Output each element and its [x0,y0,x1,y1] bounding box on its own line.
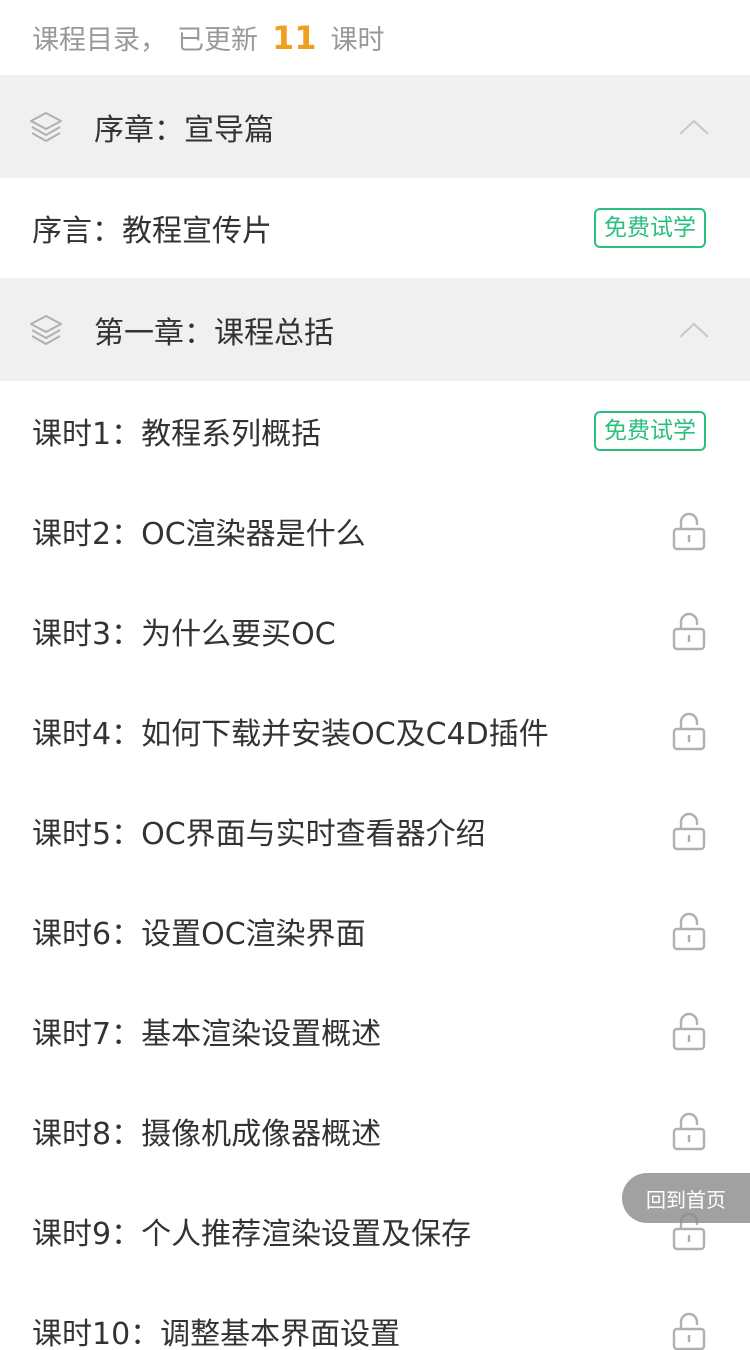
course-catalog-page: 课程目录， 已更新 11 课时 序章：宣导篇 序言：教程宣传片 免费试学 第一章… [0,0,750,1350]
lock-icon [672,812,706,851]
lesson-title: 课时10：调整基本界面设置 [32,1317,401,1350]
free-trial-badge[interactable]: 免费试学 [594,208,706,248]
chapter-header-0[interactable]: 序章：宣导篇 [0,75,750,178]
lesson-item-2[interactable]: 课时2：OC渲染器是什么 [0,481,750,581]
lesson-title: 课时2：OC渲染器是什么 [32,517,366,552]
lesson-item-5[interactable]: 课时5：OC界面与实时查看器介绍 [0,781,750,881]
lesson-item-6[interactable]: 课时6：设置OC渲染界面 [0,881,750,981]
lesson-count: 11 [272,18,317,57]
layers-icon [30,314,62,345]
free-trial-badge[interactable]: 免费试学 [594,411,706,451]
lesson-title: 课时3：为什么要买OC [32,617,336,652]
back-to-home-button[interactable]: 回到首页 [622,1173,750,1223]
lesson-title: 课时5：OC界面与实时查看器介绍 [32,817,486,852]
lock-icon [672,1312,706,1350]
lesson-item-3[interactable]: 课时3：为什么要买OC [0,581,750,681]
lesson-title: 序言：教程宣传片 [32,214,272,249]
lesson-title: 课时6：设置OC渲染界面 [32,917,366,952]
lesson-item-4[interactable]: 课时4：如何下载并安装OC及C4D插件 [0,681,750,781]
layers-icon [30,111,62,142]
lesson-item-7[interactable]: 课时7：基本渲染设置概述 [0,981,750,1081]
chevron-up-icon[interactable] [678,320,710,340]
lesson-item-prologue[interactable]: 序言：教程宣传片 免费试学 [0,178,750,278]
lock-icon [672,1012,706,1051]
chapter-title: 序章：宣导篇 [94,112,274,148]
lock-icon [672,612,706,651]
lesson-item-8[interactable]: 课时8：摄像机成像器概述 [0,1081,750,1181]
lesson-title: 课时4：如何下载并安装OC及C4D插件 [32,717,549,752]
lesson-item-10[interactable]: 课时10：调整基本界面设置 [0,1281,750,1350]
lesson-title: 课时9：个人推荐渲染设置及保存 [32,1217,472,1252]
chapter-header-1[interactable]: 第一章：课程总括 [0,278,750,381]
lock-icon [672,1112,706,1151]
lesson-title: 课时8：摄像机成像器概述 [32,1117,382,1152]
lesson-title: 课时7：基本渲染设置概述 [32,1017,382,1052]
lesson-title: 课时1：教程系列概括 [32,417,322,452]
chapter-title: 第一章：课程总括 [94,315,334,351]
lock-icon [672,712,706,751]
catalog-header: 课程目录， 已更新 11 课时 [0,0,750,75]
lesson-item-1[interactable]: 课时1：教程系列概括 免费试学 [0,381,750,481]
lock-icon [672,912,706,951]
catalog-header-prefix: 课程目录， [32,25,167,56]
lock-icon [672,512,706,551]
chevron-up-icon[interactable] [678,117,710,137]
lesson-count-unit: 课时 [330,25,385,56]
catalog-updated-label: 已更新 [177,25,258,56]
